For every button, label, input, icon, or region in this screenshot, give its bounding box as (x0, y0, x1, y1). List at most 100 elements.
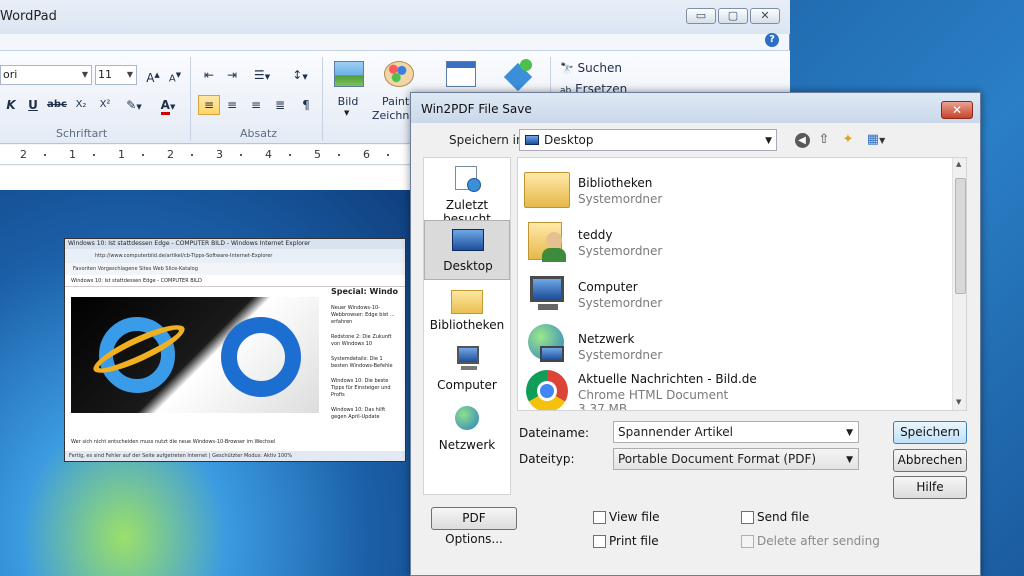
place-desktop[interactable]: Desktop (424, 220, 510, 280)
help-button[interactable]: Hilfe (893, 476, 967, 499)
user-folder-icon (524, 218, 570, 262)
place-computer[interactable]: Computer (424, 340, 510, 400)
chevron-down-icon: ▼ (846, 428, 853, 438)
browser-address: http://www.computerbild.de/artikel/cb-Ti… (65, 249, 405, 263)
strikethrough-button[interactable]: abc (46, 95, 68, 115)
view-file-checkbox[interactable] (593, 511, 606, 524)
outdent-icon: ⇤ (203, 68, 215, 82)
ruler-number: 5 (314, 148, 321, 161)
find-label: Suchen (577, 61, 622, 75)
file-name: Aktuelle Nachrichten - Bild.de (578, 372, 757, 386)
desktop-icon (452, 227, 484, 255)
font-color-button[interactable]: A▼ (152, 95, 184, 115)
highlight-color-button[interactable]: ✎▼ (118, 95, 150, 115)
filetype-label: Dateityp: (519, 452, 575, 466)
scroll-up-icon[interactable]: ▲ (956, 160, 961, 168)
sidebar-line: Neuer Windows-10-Webbrowser: Edge bist .… (331, 305, 395, 325)
save-in-combo[interactable]: Desktop ▼ (519, 129, 777, 151)
ruler-number: 4 (265, 148, 272, 161)
view-menu-button[interactable]: ▦▼ (863, 131, 889, 149)
places-bar: Zuletzt besucht Desktop Bibliotheken Com… (423, 157, 511, 495)
browser-caption: Wer sich nicht entscheiden muss nutzt di… (71, 439, 276, 445)
save-in-label: Speichern in: (449, 133, 528, 147)
help-icon[interactable]: ? (765, 33, 779, 47)
close-button[interactable]: ✕ (750, 8, 780, 24)
maximize-button[interactable]: ▢ (718, 8, 748, 24)
list-item[interactable]: Aktuelle Nachrichten - Bild.de Chrome HT… (524, 364, 944, 410)
browser-tab: Windows 10: Ist stattdessen Edge - COMPU… (65, 275, 405, 287)
sidebar-line: Systemdetails: Die 1 besten Windows-Befe… (331, 356, 393, 369)
print-file-label: Print file (609, 534, 659, 548)
send-file-checkbox[interactable] (741, 511, 754, 524)
file-name: teddy (578, 228, 613, 242)
ruler[interactable]: 21123456789 (0, 145, 536, 165)
divider (190, 57, 191, 141)
cancel-button[interactable]: Abbrechen (893, 449, 967, 472)
back-button[interactable]: ◀ (793, 131, 811, 149)
ruler-tick (289, 154, 291, 156)
place-libraries[interactable]: Bibliotheken (424, 280, 510, 340)
browser-title: Windows 10: Ist stattdessen Edge - COMPU… (65, 239, 405, 249)
justify-button[interactable]: ≣ (269, 95, 291, 115)
browser-statusbar: Fertig, es sind Fehler auf der Seite auf… (65, 451, 405, 461)
minimize-icon: ▭ (695, 9, 707, 22)
dialog-close-button[interactable]: ✕ (941, 101, 973, 119)
insert-object-icon[interactable] (502, 59, 534, 92)
scroll-down-icon[interactable]: ▼ (956, 398, 961, 406)
font-name-combo[interactable]: ori ▼ (0, 65, 92, 85)
list-item[interactable]: Bibliotheken Systemordner (524, 164, 944, 216)
save-button[interactable]: Speichern (893, 421, 967, 444)
place-recent[interactable]: Zuletzt besucht (424, 160, 510, 226)
align-left-button[interactable]: ≡ (198, 95, 220, 115)
calendar-icon[interactable] (446, 61, 476, 87)
paragraph-button[interactable]: ¶ (295, 95, 317, 115)
minimize-button[interactable]: ▭ (686, 8, 716, 24)
place-network[interactable]: Netzwerk (424, 400, 510, 460)
subscript-button[interactable]: X₂ (70, 95, 92, 115)
font-color-icon: A (160, 98, 170, 115)
filename-label: Dateiname: (519, 426, 590, 440)
view-grid-icon: ▦ (866, 132, 880, 147)
shrink-font-button[interactable]: A▼ (164, 65, 186, 85)
palette-icon (384, 61, 414, 87)
list-item[interactable]: teddy Systemordner (524, 216, 944, 268)
ruler-number: 2 (167, 148, 174, 161)
align-right-button[interactable]: ≡ (245, 95, 267, 115)
filename-value: Spannender Artikel (618, 425, 733, 439)
picture-icon (334, 61, 364, 87)
font-size-combo[interactable]: 11 ▼ (95, 65, 137, 85)
list-item[interactable]: Computer Systemordner (524, 268, 944, 320)
superscript-button[interactable]: X² (94, 95, 116, 115)
up-folder-button[interactable]: ⇧ (815, 131, 833, 149)
ruler-tick (44, 154, 46, 156)
print-file-checkbox[interactable] (593, 535, 606, 548)
filename-input[interactable]: Spannender Artikel ▼ (613, 421, 859, 443)
wordpad-titlebar[interactable]: WordPad ▭ ▢ ✕ (0, 0, 790, 34)
picture-button[interactable]: Bild ▼ (330, 57, 370, 127)
align-center-button[interactable]: ≡ (221, 95, 243, 115)
divider (322, 57, 323, 141)
file-list-scrollbar[interactable]: ▲ ▼ (952, 158, 966, 410)
ruler-tick (240, 154, 242, 156)
file-list[interactable]: Bibliotheken Systemordner teddy Systemor… (517, 157, 967, 411)
decrease-indent-button[interactable]: ⇤ (198, 65, 220, 85)
dialog-titlebar[interactable]: Win2PDF File Save ✕ (411, 93, 980, 123)
increase-indent-button[interactable]: ⇥ (221, 65, 243, 85)
edge-logo-icon (221, 317, 301, 397)
find-button[interactable]: 🔭 Suchen (560, 61, 622, 75)
pdf-options-button[interactable]: PDF Options... (431, 507, 517, 546)
italic-button[interactable]: K (0, 95, 22, 115)
filetype-select[interactable]: Portable Document Format (PDF) ▼ (613, 448, 859, 470)
browser-logos-image (71, 297, 319, 413)
ruler-number: 3 (216, 148, 223, 161)
list-button[interactable]: ☰▼ (246, 65, 278, 85)
underline-button[interactable]: U (22, 95, 44, 115)
scrollbar-thumb[interactable] (955, 178, 966, 294)
new-folder-button[interactable]: ✦ (839, 131, 857, 149)
font-size-value: 11 (98, 68, 112, 81)
line-spacing-button[interactable]: ↕▼ (284, 65, 316, 85)
chevron-down-icon: ▼ (846, 455, 853, 465)
embedded-browser-screenshot: Windows 10: Ist stattdessen Edge - COMPU… (64, 238, 406, 462)
grow-font-button[interactable]: A▲ (142, 65, 164, 85)
ruler-tick (387, 154, 389, 156)
